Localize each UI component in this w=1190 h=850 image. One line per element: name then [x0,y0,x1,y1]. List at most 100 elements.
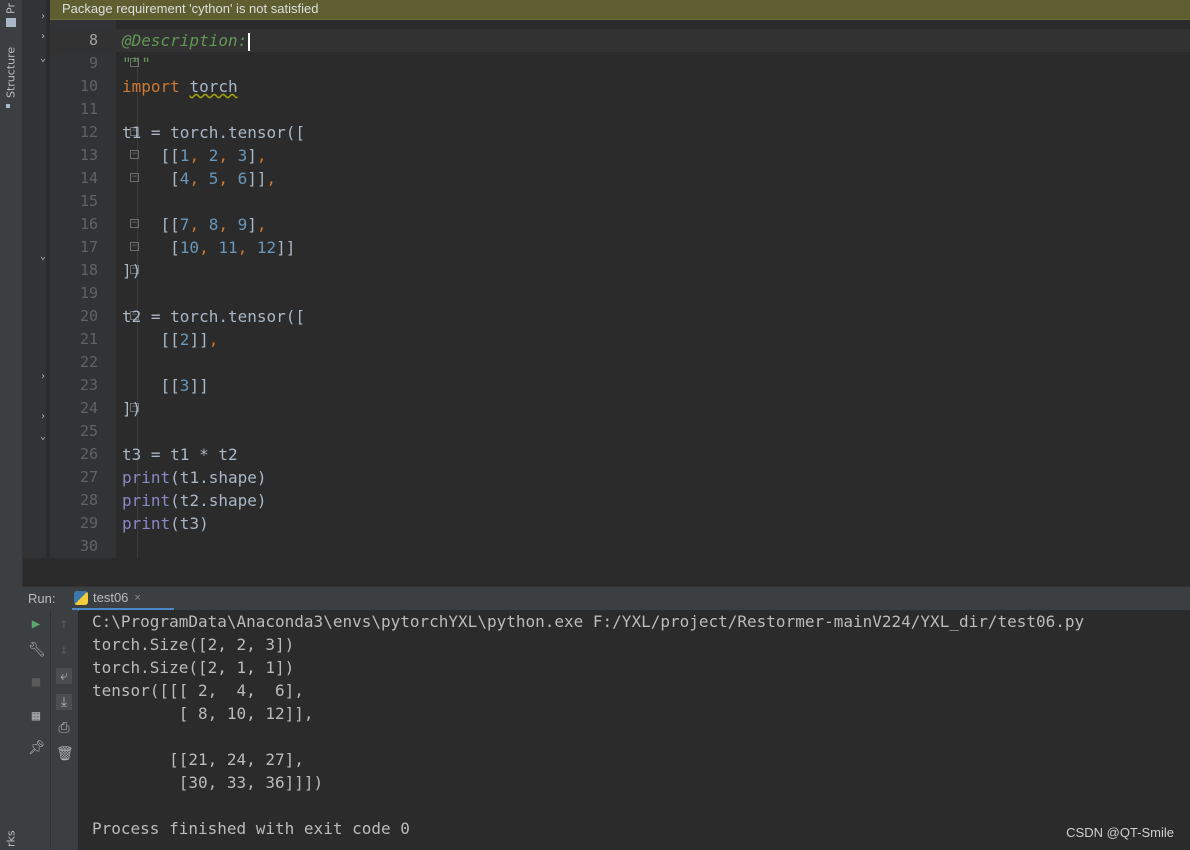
code-line[interactable]: 20− t2 = torch.tensor([ [50,305,1190,328]
code-line[interactable]: 22 [50,351,1190,374]
console-line: Process finished with exit code 0 [92,819,410,838]
code-token: ]] [189,330,209,349]
code-line[interactable]: 17− [10, 11, 12]] [50,236,1190,259]
code-line[interactable]: 12− t1 = torch.tensor([ [50,121,1190,144]
package-requirement-banner[interactable]: Package requirement 'cython' is not sati… [50,0,1190,20]
chevron-right-icon[interactable]: › [40,372,46,382]
code-token: 5 [208,169,219,188]
line-number: 26 [79,445,98,463]
structure-icon [6,104,10,108]
print-icon[interactable]: ⎙ [56,720,72,736]
scroll-to-end-icon[interactable]: ⤓ [56,694,72,710]
code-token: """ [122,54,151,73]
run-tab-test06[interactable]: test06 × [72,587,174,611]
code-token: [[ [122,215,180,234]
code-token: 3 [179,376,190,395]
run-panel-header: Run: test06 × [22,586,1190,611]
code-text: import torch [122,75,238,98]
code-text: print(t3) [122,512,209,535]
code-line[interactable]: 14− [4, 5, 6]], [50,167,1190,190]
trash-icon[interactable]: 🗑︎ [56,746,74,762]
project-tool-tab-label: Pr [4,3,18,15]
code-line[interactable]: 27 print(t1.shape) [50,466,1190,489]
code-token: 2 [179,330,190,349]
line-number: 11 [79,100,98,118]
code-line[interactable]: 9− """ [50,52,1190,75]
code-line[interactable]: 30 [50,535,1190,558]
code-token: , [218,215,238,234]
bookmarks-tool-tab-label: rks [4,830,18,848]
code-text: ]) [122,397,141,420]
code-token: ]] [276,238,296,257]
code-token: , [256,215,267,234]
chevron-down-icon[interactable]: ⌄ [40,252,46,262]
chevron-right-icon[interactable]: › [40,412,46,422]
code-line[interactable]: 8 @Description: [50,29,1190,52]
code-line[interactable]: 11 [50,98,1190,121]
line-number: 15 [79,192,98,210]
code-text: t1 = torch.tensor([ [122,121,305,144]
code-editor[interactable]: › › ⌄ ⌄ › › ⌄ 8 @Description: 9− """ 10 impor… [22,0,1190,558]
structure-tool-tab-label: Structure [4,46,18,98]
rerun-icon[interactable]: ▶ [28,616,44,632]
line-number: 19 [79,284,98,302]
structure-tool-tab[interactable]: Structure [0,44,22,100]
stop-icon[interactable]: ■ [28,674,44,690]
code-token: @Description: [122,31,248,50]
code-token: [[ [122,330,180,349]
code-token: 11 [218,238,238,257]
line-number: 17 [79,238,98,256]
code-line[interactable]: 28 print(t2.shape) [50,489,1190,512]
pin-icon[interactable]: 📌︎ [28,740,46,756]
code-token: ] [247,215,257,234]
arrow-up-icon[interactable]: ↑ [56,616,72,632]
chevron-down-icon[interactable]: ⌄ [40,54,46,64]
layout-icon[interactable]: ▦ [28,708,44,724]
code-line[interactable]: 18−]) [50,259,1190,282]
code-line[interactable]: 13− [[1, 2, 3], [50,144,1190,167]
code-text: [[3]] [122,374,209,397]
code-line[interactable]: 19 [50,282,1190,305]
banner-text: Package requirement 'cython' is not sati… [62,1,319,16]
console-line: [[21, 24, 27], [92,750,304,769]
soft-wrap-icon[interactable]: ⤶ [56,668,72,684]
chevron-down-icon[interactable]: ⌄ [40,432,46,442]
code-text: print(t2.shape) [122,489,267,512]
code-line[interactable]: 26 t3 = t1 * t2 [50,443,1190,466]
code-token: , [218,146,238,165]
line-number: 9 [88,54,98,72]
code-token: , [208,330,219,349]
run-label: Run: [28,591,56,606]
chevron-right-icon[interactable]: › [40,12,46,22]
code-line[interactable]: 24−]) [50,397,1190,420]
code-token: 8 [208,215,219,234]
code-line[interactable]: 25 [50,420,1190,443]
code-token: 6 [237,169,248,188]
run-toolbar: ▶ 🔧︎ ■ ▦ 📌︎ ↑ ↓ ⤶ ⤓ ⎙ 🗑︎ [22,610,78,850]
code-token: 7 [179,215,190,234]
console-line: torch.Size([2, 2, 3]) [92,635,295,654]
code-line[interactable]: 10 import torch [50,75,1190,98]
code-token: ]] [189,376,209,395]
code-line[interactable]: 23 [[3]] [50,374,1190,397]
wrench-icon[interactable]: 🔧︎ [28,642,46,658]
code-token: [ [122,238,180,257]
code-line[interactable]: 16− [[7, 8, 9], [50,213,1190,236]
code-token: ] [247,146,257,165]
run-console[interactable]: C:\ProgramData\Anaconda3\envs\pytorchYXL… [79,610,1190,850]
line-number: 18 [79,261,98,279]
code-line[interactable]: 21 [[2]], [50,328,1190,351]
line-number: 24 [79,399,98,417]
code-token: 9 [237,215,248,234]
project-tool-tab[interactable]: Pr [0,0,22,18]
text-cursor [248,32,251,51]
bookmarks-tool-tab[interactable]: rks [0,828,22,850]
code-token: print [122,491,171,510]
code-line[interactable]: 29 print(t3) [50,512,1190,535]
arrow-down-icon[interactable]: ↓ [56,642,72,658]
close-icon[interactable]: × [134,592,140,604]
line-number: 27 [79,468,98,486]
line-number: 28 [79,491,98,509]
code-line[interactable]: 15 [50,190,1190,213]
chevron-right-icon[interactable]: › [40,32,46,42]
